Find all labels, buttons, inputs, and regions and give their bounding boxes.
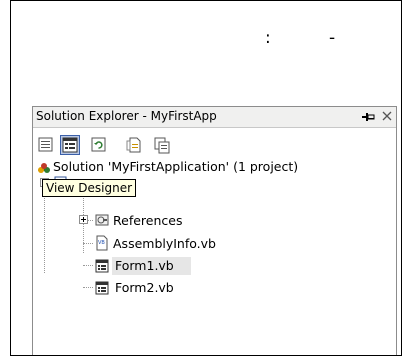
tree-item-form2-label: Form2.vb — [115, 280, 174, 295]
svg-text:VB: VB — [98, 240, 105, 246]
tree-connector-line — [83, 195, 84, 253]
tree-item-form1-label: Form1.vb — [115, 258, 174, 273]
form-icon — [94, 258, 110, 274]
copy-project-icon — [152, 135, 172, 155]
tree-item-solution-label: Solution 'MyFirstApplication' (1 project… — [53, 159, 299, 174]
copy-project-button[interactable] — [152, 135, 172, 155]
panel-titlebar[interactable]: Solution Explorer - MyFirstApp — [33, 107, 396, 128]
close-icon[interactable] — [380, 109, 394, 123]
view-designer-button[interactable] — [60, 135, 80, 155]
refresh-button[interactable] — [89, 135, 109, 155]
refresh-icon — [89, 135, 109, 155]
show-all-files-icon — [124, 135, 144, 155]
top-dash-text: - — [329, 28, 336, 48]
expand-icon[interactable] — [79, 215, 88, 224]
panel-title: Solution Explorer - MyFirstApp — [36, 109, 217, 123]
view-designer-tooltip: View Designer — [42, 179, 137, 197]
tree-connector-line — [83, 265, 93, 266]
tree-item-assemblyinfo-label: AssemblyInfo.vb — [113, 236, 216, 251]
show-all-files-button[interactable] — [124, 135, 144, 155]
references-icon — [94, 212, 110, 228]
vb-file-icon: VB — [94, 235, 110, 251]
properties-button[interactable] — [36, 135, 56, 155]
tree-connector-line — [83, 243, 93, 244]
pin-icon[interactable] — [361, 110, 375, 124]
top-colon-text: : — [265, 28, 271, 48]
panel-toolbar — [33, 128, 396, 158]
tree-item-references-label: References — [113, 213, 183, 228]
properties-icon — [36, 135, 56, 155]
solution-icon — [36, 159, 52, 175]
solution-explorer-panel: Solution Explorer - MyFirstApp Solution … — [32, 106, 397, 355]
view-designer-icon — [61, 136, 79, 154]
tree-connector-line — [83, 287, 93, 288]
form-icon — [94, 280, 110, 296]
